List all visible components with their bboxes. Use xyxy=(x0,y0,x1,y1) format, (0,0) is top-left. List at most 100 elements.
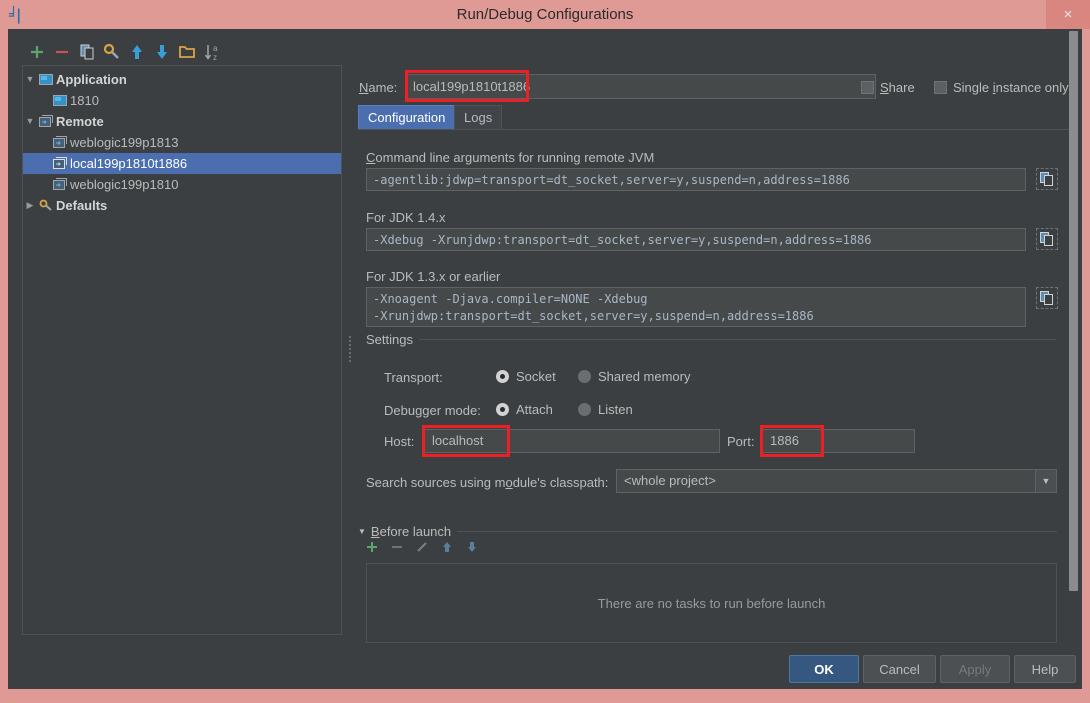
edit-defaults-button[interactable] xyxy=(101,41,123,63)
copy-jdk14-button[interactable] xyxy=(1036,228,1058,250)
add-task-button[interactable] xyxy=(362,537,382,557)
close-icon[interactable]: × xyxy=(1046,0,1090,29)
copy-jdk13-button[interactable] xyxy=(1036,287,1058,309)
tree-node-label: Defaults xyxy=(56,198,108,213)
tree-node-label: local199p1810t1886 xyxy=(70,156,188,171)
panel-splitter[interactable] xyxy=(346,65,354,635)
collapse-arrow-icon[interactable]: ▶ xyxy=(23,195,37,216)
window-title: Run/Debug Configurations xyxy=(456,6,634,23)
defaults-icon xyxy=(37,198,55,214)
tree-node-defaults[interactable]: ▶ Defaults xyxy=(23,195,341,216)
before-launch-header[interactable]: ▼ Before launch xyxy=(358,524,458,539)
tree-node-1810[interactable]: 1810 xyxy=(23,90,341,111)
checkbox-box[interactable] xyxy=(861,81,874,94)
tab-logs[interactable]: Logs xyxy=(454,105,503,129)
before-launch-task-list[interactable]: There are no tasks to run before launch xyxy=(366,563,1057,643)
apply-button: Apply xyxy=(940,655,1010,683)
application-icon xyxy=(37,72,55,88)
host-input[interactable]: localhost xyxy=(424,429,720,453)
debugger-mode-listen-label: Listen xyxy=(598,402,633,417)
content-scrollbar[interactable] xyxy=(1069,31,1078,631)
tree-node-label: Remote xyxy=(56,114,104,129)
help-button[interactable]: Help xyxy=(1014,655,1076,683)
tab-bar: Configuration Logs xyxy=(358,105,1072,130)
jdk14-label: For JDK 1.4.x xyxy=(366,210,446,225)
jdk14-value-field[interactable]: -Xdebug -Xrunjdwp:transport=dt_socket,se… xyxy=(366,228,1026,251)
title-bar: ╛| Run/Debug Configurations × xyxy=(0,0,1090,29)
tree-node-remote[interactable]: ▼ Remote xyxy=(23,111,341,132)
port-input[interactable]: 1886 xyxy=(762,429,915,453)
debugger-mode-attach-radio[interactable]: Attach xyxy=(496,402,553,417)
tree-node-local199p1810t1886[interactable]: local199p1810t1886 xyxy=(23,153,341,174)
classpath-combobox[interactable]: <whole project> ▼ xyxy=(616,469,1057,493)
debugger-mode-listen-radio[interactable]: Listen xyxy=(578,402,633,417)
transport-shared-memory-radio[interactable]: Shared memory xyxy=(578,369,690,384)
scrollbar-thumb[interactable] xyxy=(1069,31,1078,591)
remote-icon xyxy=(51,177,69,193)
move-down-button[interactable] xyxy=(151,41,173,63)
port-label: Port: xyxy=(727,434,755,449)
classpath-value: <whole project> xyxy=(624,473,716,488)
tree-node-weblogic199p1810[interactable]: weblogic199p1810 xyxy=(23,174,341,195)
configuration-editor-pane: Name: local199p1810t1886 Share Single in… xyxy=(356,37,1074,643)
remote-icon xyxy=(37,114,55,130)
move-task-down-button[interactable] xyxy=(462,537,482,557)
radio-indicator[interactable] xyxy=(496,403,509,416)
cmdline-label: Command line arguments for running remot… xyxy=(366,150,655,165)
cmdline-value-field[interactable]: -agentlib:jdwp=transport=dt_socket,serve… xyxy=(366,168,1026,191)
create-folder-button[interactable] xyxy=(176,41,198,63)
share-checkbox[interactable]: Share xyxy=(861,80,915,95)
radio-indicator[interactable] xyxy=(496,370,509,383)
remote-icon xyxy=(51,135,69,151)
transport-socket-label: Socket xyxy=(516,369,556,384)
add-configuration-button[interactable] xyxy=(26,41,48,63)
expand-arrow-icon[interactable]: ▼ xyxy=(23,69,37,90)
dialog-button-bar: OK Cancel Apply Help xyxy=(8,649,1082,689)
chevron-down-icon[interactable]: ▼ xyxy=(1035,470,1056,492)
single-instance-label: Single instance only xyxy=(953,80,1069,95)
remove-configuration-button[interactable] xyxy=(51,41,73,63)
edit-task-button[interactable] xyxy=(412,537,432,557)
debugger-mode-label: Debugger mode: xyxy=(384,403,481,418)
debugger-mode-attach-label: Attach xyxy=(516,402,553,417)
configurations-tree[interactable]: ▼ Application 1810 ▼ Remote weblogic199p… xyxy=(22,65,342,635)
expand-arrow-icon[interactable]: ▼ xyxy=(23,111,37,132)
checkbox-box[interactable] xyxy=(934,81,947,94)
transport-socket-radio[interactable]: Socket xyxy=(496,369,556,384)
tree-node-label: 1810 xyxy=(70,93,99,108)
before-launch-title: Before launch xyxy=(370,524,452,539)
transport-shared-memory-label: Shared memory xyxy=(598,369,691,384)
cancel-button[interactable]: Cancel xyxy=(863,655,936,683)
settings-group-divider xyxy=(411,339,1056,340)
single-instance-checkbox[interactable]: Single instance only xyxy=(934,80,1069,95)
remove-task-button[interactable] xyxy=(387,537,407,557)
application-icon xyxy=(51,93,69,109)
tree-node-weblogic199p1813[interactable]: weblogic199p1813 xyxy=(23,132,341,153)
radio-indicator[interactable] xyxy=(578,403,591,416)
chevron-down-icon[interactable]: ▼ xyxy=(358,527,366,536)
move-task-up-button[interactable] xyxy=(437,537,457,557)
svg-text:z: z xyxy=(213,53,217,62)
radio-indicator[interactable] xyxy=(578,370,591,383)
before-launch-divider xyxy=(456,531,1057,532)
jdk13-value-field[interactable]: -Xnoagent -Djava.compiler=NONE -Xdebug -… xyxy=(366,287,1026,327)
tree-node-application[interactable]: ▼ Application xyxy=(23,69,341,90)
svg-text:a: a xyxy=(213,44,218,53)
copy-cmdline-button[interactable] xyxy=(1036,168,1058,190)
before-launch-toolbar xyxy=(362,537,562,561)
host-label: Host: xyxy=(384,434,415,449)
copy-configuration-button[interactable] xyxy=(76,41,98,63)
tab-configuration[interactable]: Configuration xyxy=(358,105,456,129)
remote-icon xyxy=(51,156,69,172)
tree-node-label: Application xyxy=(56,72,127,87)
dialog-body: a z ▼ Application 1810 ▼ Remote weblogic… xyxy=(8,29,1082,695)
ok-button[interactable]: OK xyxy=(789,655,859,683)
run-debug-configurations-window: ╛| Run/Debug Configurations × a z ▼ Appl… xyxy=(0,0,1090,703)
sort-configurations-button[interactable]: a z xyxy=(201,41,223,63)
tree-node-label: weblogic199p1810 xyxy=(70,177,179,192)
name-label: Name: xyxy=(359,80,398,95)
move-up-button[interactable] xyxy=(126,41,148,63)
name-input[interactable]: local199p1810t1886 xyxy=(406,74,876,99)
classpath-label: Search sources using module's classpath: xyxy=(366,475,609,490)
transport-label: Transport: xyxy=(384,370,443,385)
